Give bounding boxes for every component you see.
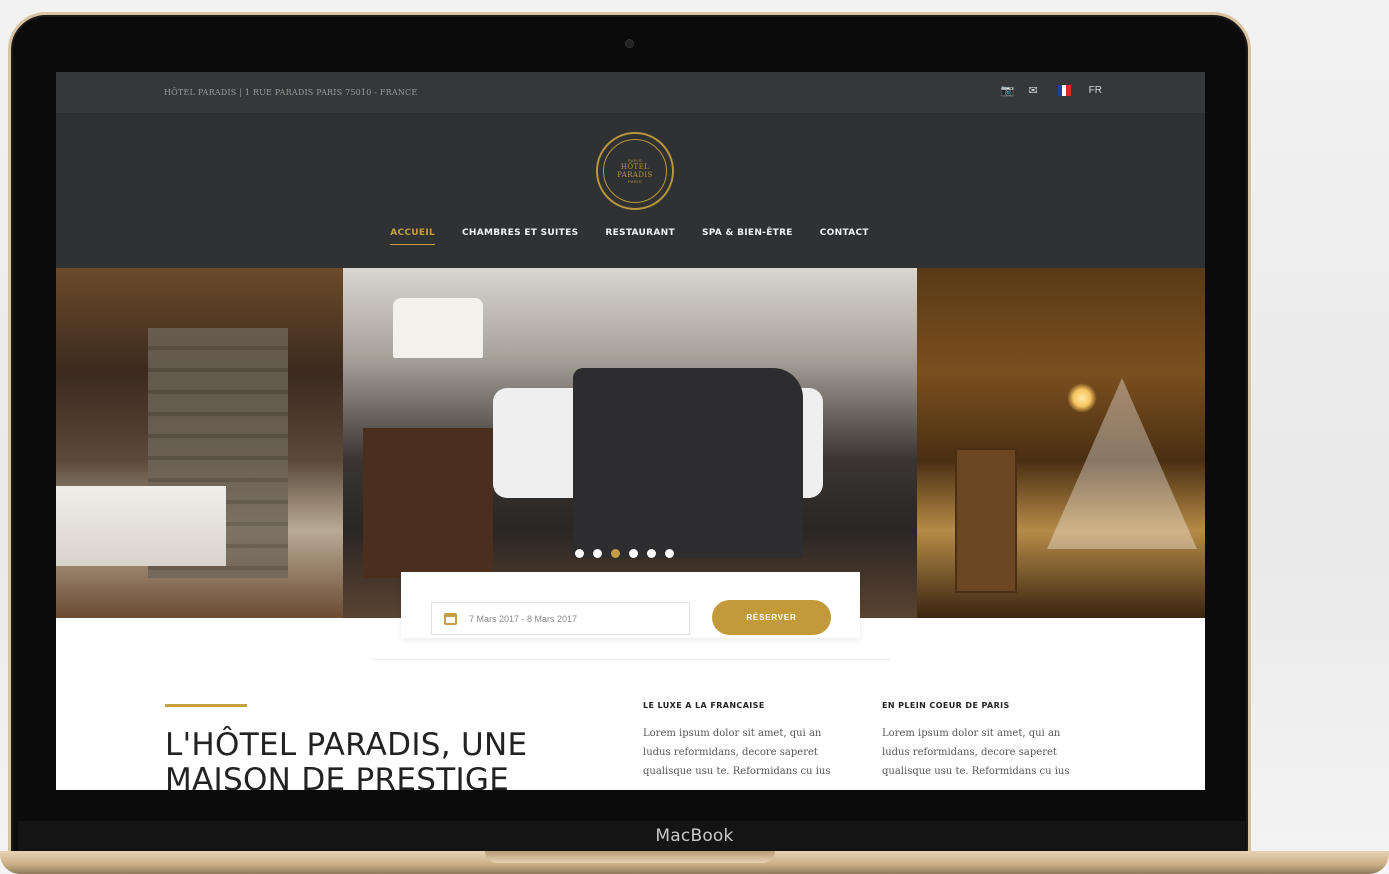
intro-section: L'HÔTEL PARADIS, UNE MAISON DE PRESTIGE (165, 704, 605, 790)
top-bar-icons: 📷 ✉ FR (1001, 84, 1102, 97)
intro-title-line2: MAISON DE PRESTIGE (165, 762, 510, 791)
feature-text: Lorem ipsum dolor sit amet, qui an ludus… (882, 728, 1070, 777)
section-divider (371, 659, 891, 660)
nav-item-restaurant[interactable]: RESTAURANT (605, 228, 675, 245)
slider-dot[interactable] (575, 549, 584, 558)
logo-top-text: PARIS (627, 158, 643, 163)
language-selector[interactable]: FR (1089, 85, 1102, 96)
nav-item-accueil[interactable]: ACCUEIL (390, 228, 436, 245)
nav-item-chambres[interactable]: CHAMBRES ET SUITES (462, 228, 578, 245)
camera-icon[interactable]: 📷 (1001, 84, 1015, 97)
slider-dot[interactable] (629, 549, 638, 558)
logo-bottom-text: PARIS (627, 179, 643, 184)
booking-widget: 7 Mars 2017 - 8 Mars 2017 RÉSERVER (401, 572, 860, 638)
intro-title-line1: L'HÔTEL PARADIS, UNE (165, 727, 528, 763)
accent-rule (165, 704, 247, 707)
feature-title: LE LUXE A LA FRANCAISE (643, 701, 765, 710)
slider-dot[interactable] (593, 549, 602, 558)
mail-icon[interactable]: ✉ (1028, 84, 1037, 97)
site-header: PARIS HÔTEL PARADIS PARIS ACCUEIL CHAMBR… (56, 114, 1205, 268)
logo-name-line1: HÔTEL (620, 163, 650, 171)
feature-text: Lorem ipsum dolor sit amet, qui an ludus… (643, 728, 831, 777)
logo-name-line2: PARADIS (617, 171, 653, 179)
website-screen: HÔTEL PARADIS | 1 RUE PARADIS PARIS 7501… (56, 72, 1205, 790)
slider-dot[interactable] (647, 549, 656, 558)
slider-dots (575, 549, 674, 558)
room-photo-suite (343, 268, 917, 618)
main-nav: ACCUEIL CHAMBRES ET SUITES RESTAURANT SP… (56, 228, 1205, 245)
hotel-logo[interactable]: PARIS HÔTEL PARADIS PARIS (596, 132, 674, 210)
wooden-door (955, 448, 1017, 593)
reserve-button[interactable]: RÉSERVER (712, 600, 831, 635)
date-range-value: 7 Mars 2017 - 8 Mars 2017 (469, 613, 578, 624)
device-brand-label: MacBook (655, 826, 734, 846)
feature-column-luxe: LE LUXE A LA FRANCAISE Lorem ipsum dolor… (643, 701, 848, 781)
nightstand (363, 428, 493, 578)
slider-dot[interactable] (665, 549, 674, 558)
hero-slider (56, 268, 1205, 618)
nav-item-contact[interactable]: CONTACT (820, 228, 869, 245)
laptop-camera (625, 39, 634, 48)
hotel-address: HÔTEL PARADIS | 1 RUE PARADIS PARIS 7501… (164, 88, 418, 97)
date-range-input[interactable]: 7 Mars 2017 - 8 Mars 2017 (431, 602, 690, 635)
calendar-icon (444, 612, 457, 625)
table-lamp (393, 298, 483, 358)
dark-duvet (573, 368, 803, 558)
lamp-glow (1067, 383, 1097, 413)
slider-dot-active[interactable] (611, 549, 620, 558)
room-photo-canopy (917, 268, 1205, 618)
feature-title: EN PLEIN COEUR DE PARIS (882, 701, 1010, 710)
top-bar: HÔTEL PARADIS | 1 RUE PARADIS PARIS 7501… (56, 72, 1205, 114)
rustic-bed (56, 486, 226, 566)
room-photo-rustic (56, 268, 343, 618)
nav-item-spa[interactable]: SPA & BIEN-ÊTRE (702, 228, 793, 245)
laptop-notch (485, 851, 775, 863)
feature-column-paris: EN PLEIN COEUR DE PARIS Lorem ipsum dolo… (882, 701, 1087, 781)
flag-fr-icon[interactable] (1057, 85, 1071, 96)
intro-title: L'HÔTEL PARADIS, UNE MAISON DE PRESTIGE (165, 727, 605, 791)
